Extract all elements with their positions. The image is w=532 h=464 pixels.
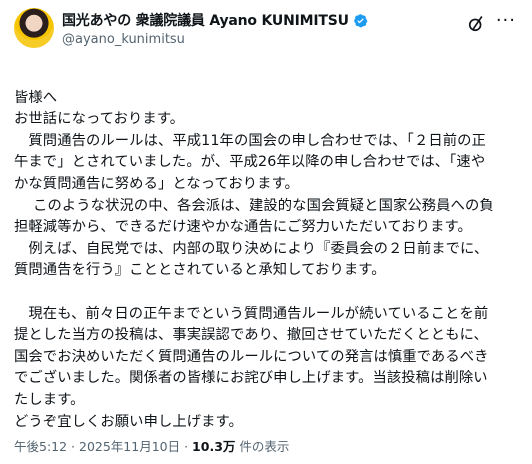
post-line: でございました。関係者の皆様にお詫び申し上げます。当該投稿は削除い bbox=[14, 370, 488, 387]
post-line: 提とした当方の投稿は、事実誤認であり、撤回させていただくとともに、 bbox=[14, 327, 488, 344]
blank-line: ​ bbox=[14, 282, 520, 304]
view-count: 10.3万 bbox=[192, 439, 236, 454]
post-time[interactable]: 午後5:12 bbox=[14, 439, 67, 454]
post-line: どうぞ宜しくお願い申し上げます。 bbox=[14, 413, 243, 430]
post-line: お世話になっております。 bbox=[14, 111, 185, 128]
post-line: 質問通告のルールは、平成11年の国会の申し合わせでは、「２日前の正 bbox=[14, 132, 486, 149]
post-line: 質問通告を行う』こととされていると承知しております。 bbox=[14, 262, 386, 279]
post-line: 現在も、前々日の正午までという質問通告ルールが続いていることを前 bbox=[14, 305, 489, 322]
view-count-label: 件の表示 bbox=[235, 439, 290, 454]
post-line: 例えば、自民党では、内部の取り決めにより『委員会の２日前までに、 bbox=[14, 240, 489, 257]
post-line: 担軽減等から、できるだけ速やかな通告にご努力いただいております。 bbox=[14, 219, 472, 236]
post-line: かな質問通告に努める」となっております。 bbox=[14, 175, 299, 192]
author-handle[interactable]: @ayano_kunimitsu bbox=[62, 32, 185, 47]
grok-icon[interactable] bbox=[466, 14, 486, 34]
post-header: 国光あやの 衆議院議員 Ayano KUNIMITSU @ayano_kunim… bbox=[14, 8, 522, 56]
more-options-icon[interactable]: ··· bbox=[496, 12, 516, 30]
author-name-line: 国光あやの 衆議院議員 Ayano KUNIMITSU bbox=[62, 10, 368, 30]
meta-separator: · bbox=[180, 439, 193, 454]
post-line: たします。 bbox=[14, 391, 85, 408]
avatar[interactable] bbox=[14, 8, 54, 48]
post-line: 午まで」とされていました。が、平成26年以降の申し合わせでは、「速や bbox=[14, 154, 486, 171]
post-line: 皆様へ bbox=[14, 89, 58, 106]
post-text: 皆様へお世話になっております。 質問通告のルールは、平成11年の国会の申し合わせ… bbox=[14, 66, 520, 455]
post-line: このような状況の中、各会派は、建設的な国会質疑と国家公務員への負 bbox=[14, 197, 494, 214]
post-meta: 午後5:12 · 2025年11月10日 · 10.3万 件の表示 bbox=[14, 436, 289, 455]
verified-badge-icon bbox=[354, 13, 368, 27]
author-display-name[interactable]: 国光あやの 衆議院議員 Ayano KUNIMITSU bbox=[62, 10, 349, 30]
post-date[interactable]: 2025年11月10日 bbox=[79, 439, 180, 454]
post-line: 国会でお決めいただく質問通告のルールについての発言は慎重であるべき bbox=[14, 348, 489, 365]
meta-separator: · bbox=[67, 439, 79, 454]
